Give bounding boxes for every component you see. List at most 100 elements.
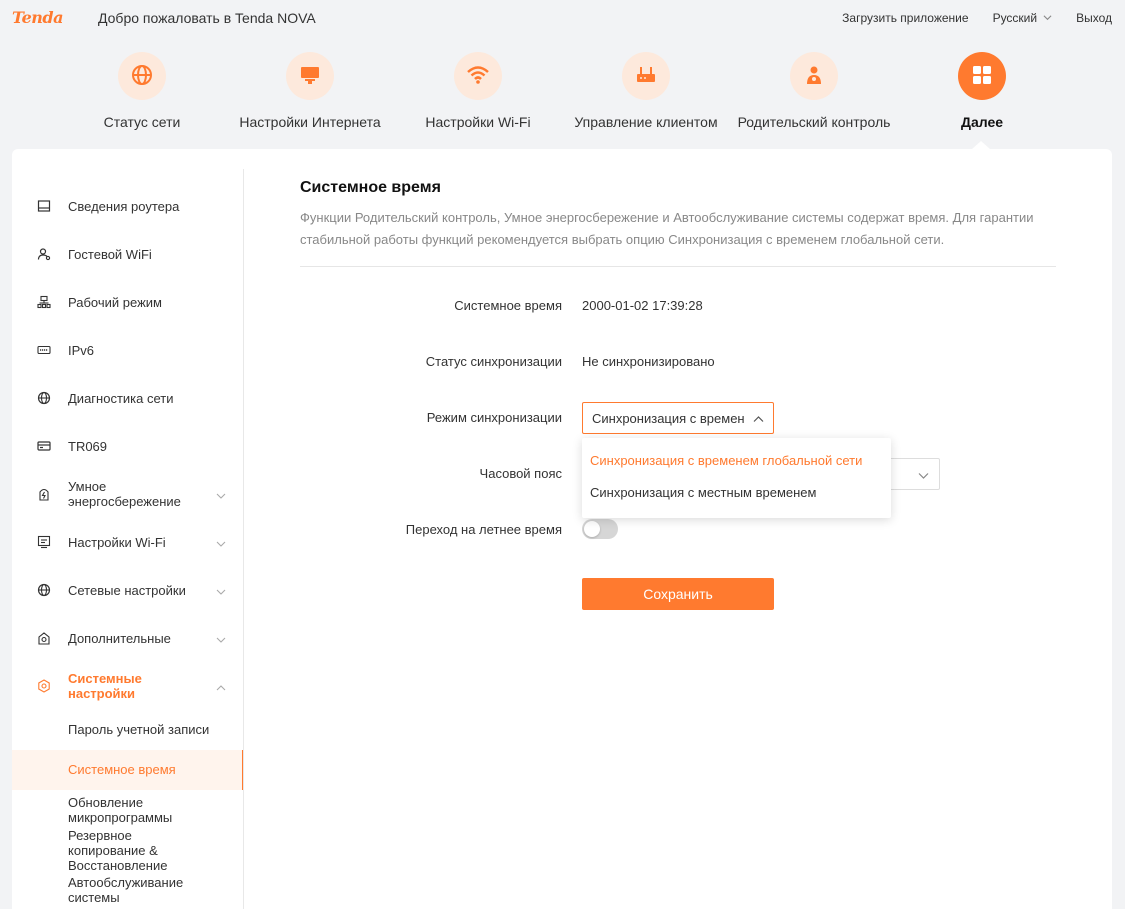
sidebar-subitem-system-time[interactable]: Системное время	[12, 750, 244, 790]
sync-mode-label: Режим синхронизации	[426, 410, 562, 425]
header-actions: Загрузить приложение Русский Выход	[842, 11, 1112, 25]
active-tab-pointer	[972, 141, 990, 149]
logout-link[interactable]: Выход	[1076, 11, 1112, 25]
nav-icon-bg	[958, 52, 1006, 100]
main-card: Сведения роутера Гостевой WiFi Рабочий р…	[12, 149, 1112, 909]
sidebar-subitem-account-password[interactable]: Пароль учетной записи	[12, 719, 244, 739]
sidebar-item-label: Настройки Wi-Fi	[68, 534, 166, 550]
power-icon	[37, 487, 51, 501]
sidebar-item-label: Рабочий режим	[68, 294, 162, 310]
sidebar-item-guest-wifi[interactable]: Гостевой WiFi	[12, 246, 244, 262]
dropdown-option-global-time[interactable]: Синхронизация с временем глобальной сети	[590, 453, 862, 468]
sidebar-item-ipv6[interactable]: IPv6	[12, 342, 244, 358]
sidebar-item-router-info[interactable]: Сведения роутера	[12, 198, 244, 214]
chevron-down-icon	[216, 633, 226, 643]
sidebar-subitem-auto-maintenance[interactable]: Автообслуживание системы	[12, 875, 244, 905]
sidebar-item-network-diagnostics[interactable]: Диагностика сети	[12, 390, 244, 406]
sidebar-item-label: Системные настройки	[68, 671, 142, 701]
chevron-down-icon	[1043, 11, 1052, 25]
nav-icon-bg	[790, 52, 838, 100]
row-dst: Переход на летнее время	[300, 514, 1056, 546]
tab-wifi-settings[interactable]: Настройки Wi-Fi	[423, 52, 533, 130]
monitor-icon	[298, 63, 322, 90]
system-time-value: 2000-01-02 17:39:28	[582, 298, 703, 313]
timezone-label: Часовой пояс	[479, 466, 562, 481]
divider	[300, 266, 1056, 267]
page-title: Системное время	[300, 179, 441, 196]
sync-mode-select[interactable]: Синхронизация с временем глобальной сети	[582, 402, 774, 434]
router-info-icon	[37, 199, 51, 213]
chevron-down-icon	[216, 537, 226, 547]
content-area: Системное время Функции Родительский кон…	[300, 179, 1056, 610]
sidebar-item-advanced[interactable]: Дополнительные	[12, 630, 244, 646]
sidebar-subitem-firmware-update[interactable]: Обновление микропрограммы	[12, 795, 244, 825]
sidebar-subitem-label: Системное время	[68, 762, 176, 777]
globe-icon	[37, 583, 51, 597]
sidebar-subitem-label: Резервное копирование & Восстановление	[68, 828, 168, 873]
tr069-icon	[37, 439, 51, 453]
grid-icon	[970, 63, 994, 90]
globe-icon	[130, 63, 154, 90]
mode-icon	[37, 295, 51, 309]
dst-label: Переход на летнее время	[405, 522, 562, 537]
sidebar-item-smart-power[interactable]: Умное энергосбережение	[12, 479, 244, 509]
row-sync-mode: Режим синхронизации Синхронизация с врем…	[300, 402, 1056, 434]
sidebar-item-label: Сведения роутера	[68, 198, 180, 214]
router-icon	[634, 63, 658, 90]
globe-icon	[37, 391, 51, 405]
language-select[interactable]: Русский	[993, 11, 1053, 25]
sidebar-item-label: TR069	[68, 438, 108, 454]
row-system-time: Системное время 2000-01-02 17:39:28	[300, 290, 1056, 322]
tenda-logo[interactable]: Tenda	[12, 8, 63, 27]
nav-icon-bg	[454, 52, 502, 100]
tab-more[interactable]: Далее	[942, 52, 1022, 130]
nav-icon-bg	[622, 52, 670, 100]
ipv6-icon	[37, 343, 51, 357]
sync-status-value: Не синхронизировано	[582, 354, 715, 369]
sidebar-item-wifi-settings[interactable]: Настройки Wi-Fi	[12, 534, 244, 550]
sidebar-item-tr069[interactable]: TR069	[12, 438, 244, 454]
sidebar-item-work-mode[interactable]: Рабочий режим	[12, 294, 244, 310]
chevron-down-icon	[216, 585, 226, 595]
tab-internet-settings[interactable]: Настройки Интернета	[235, 52, 385, 130]
sidebar-item-label: IPv6	[68, 342, 95, 358]
nav-label: Настройки Интернета	[239, 114, 381, 130]
chevron-up-icon	[216, 681, 226, 691]
sidebar-divider	[243, 169, 244, 909]
page-description: Функции Родительский контроль, Умное эне…	[300, 210, 1034, 247]
sidebar-item-label: Умное энергосбережение	[68, 479, 181, 509]
nav-label: Родительский контроль	[737, 114, 891, 130]
nav-label: Управление клиентом	[574, 114, 718, 130]
wifi-icon	[466, 63, 490, 90]
advanced-icon	[37, 631, 51, 645]
nav-icon-bg	[118, 52, 166, 100]
nav-icon-bg	[286, 52, 334, 100]
welcome-text: Добро пожаловать в Tenda NOVA	[98, 10, 316, 26]
parent-icon	[802, 63, 826, 90]
save-button[interactable]: Сохранить	[582, 578, 774, 610]
dst-toggle[interactable]	[582, 519, 618, 539]
sidebar-item-label: Диагностика сети	[68, 390, 174, 406]
nav-label: Настройки Wi-Fi	[425, 114, 531, 130]
dropdown-option-local-time[interactable]: Синхронизация с местным временем	[590, 485, 816, 500]
guest-icon	[37, 247, 51, 261]
sidebar-item-system-settings[interactable]: Системные настройки	[12, 671, 244, 701]
tab-network-status[interactable]: Статус сети	[92, 52, 192, 130]
download-app-link[interactable]: Загрузить приложение	[842, 11, 968, 25]
wifi-settings-icon	[37, 535, 51, 549]
sidebar-subitem-backup-restore[interactable]: Резервное копирование & Восстановление	[12, 828, 244, 873]
sidebar-subitem-label: Пароль учетной записи	[68, 722, 210, 737]
system-time-label: Системное время	[454, 298, 562, 313]
tab-client-management[interactable]: Управление клиентом	[571, 52, 721, 130]
row-sync-status: Статус синхронизации Не синхронизировано	[300, 346, 1056, 378]
nav-label: Статус сети	[103, 114, 181, 130]
nav-label: Далее	[960, 114, 1004, 130]
sidebar-item-network-settings[interactable]: Сетевые настройки	[12, 582, 244, 598]
sync-status-label: Статус синхронизации	[425, 354, 562, 369]
toggle-knob	[584, 521, 600, 537]
sync-mode-selected-value: Синхронизация с временем глобальной сети	[592, 411, 744, 426]
chevron-up-icon	[753, 413, 764, 424]
tab-parental-control[interactable]: Родительский контроль	[734, 52, 894, 130]
sidebar-item-label: Сетевые настройки	[68, 582, 186, 598]
sidebar-item-label: Гостевой WiFi	[68, 246, 152, 262]
